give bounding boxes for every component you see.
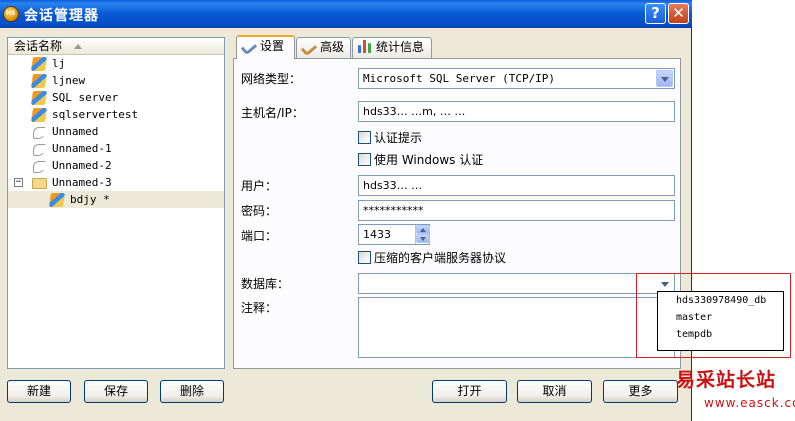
- session-item-label: sqlservertest: [52, 108, 139, 121]
- database-option[interactable]: hds330978490_db: [658, 292, 783, 309]
- tab-advanced-label: 高级: [320, 40, 345, 54]
- dolphin-icon: [32, 142, 46, 156]
- session-list: 会话名称 lj ljnew SQL server sqlservertest U…: [7, 37, 225, 369]
- database-option[interactable]: master: [658, 309, 783, 326]
- site-watermark: 易采站长站 www.easck.com: [676, 365, 795, 421]
- session-item[interactable]: ljnew: [8, 72, 224, 89]
- sql-server-icon: [31, 74, 47, 88]
- port-value: 1433: [363, 228, 391, 241]
- port-stepper[interactable]: [415, 225, 430, 244]
- session-folder[interactable]: − Unnamed-3: [8, 174, 224, 191]
- windows-auth-label: 使用 Windows 认证: [374, 153, 484, 167]
- tab-statistics-label: 统计信息: [376, 40, 425, 54]
- database-label: 数据库：: [241, 277, 290, 291]
- spin-up-icon[interactable]: [416, 225, 430, 234]
- tab-settings[interactable]: 设置: [236, 35, 295, 59]
- password-label: 密码：: [241, 204, 278, 218]
- host-label: 主机名/IP：: [241, 106, 304, 120]
- session-item[interactable]: sqlservertest: [8, 106, 224, 123]
- database-dropdown-list: hds330978490_db master tempdb: [657, 291, 784, 351]
- password-input[interactable]: ***********: [358, 200, 675, 221]
- prompt-auth-label: 认证提示: [374, 131, 423, 145]
- watermark-url: www.easck.com: [704, 396, 795, 410]
- sql-server-icon: [31, 91, 47, 105]
- session-item-label: ljnew: [52, 74, 86, 87]
- windows-auth-checkbox[interactable]: 使用 Windows 认证: [358, 153, 483, 167]
- sort-ascending-icon: [73, 44, 82, 49]
- session-folder-label: Unnamed-3: [52, 176, 112, 189]
- database-select[interactable]: [358, 273, 675, 294]
- tab-statistics[interactable]: 统计信息: [352, 37, 432, 58]
- session-item[interactable]: SQL server: [8, 89, 224, 106]
- session-manager-window: HS 会话管理器 ? ✕ 会话名称 lj ljnew SQL server sq…: [0, 0, 692, 421]
- session-item[interactable]: Unnamed-2: [8, 157, 224, 174]
- checkbox-box[interactable]: [358, 251, 371, 264]
- open-button[interactable]: 打开: [432, 380, 507, 403]
- wrench-icon: [240, 39, 258, 56]
- checkbox-box[interactable]: [358, 153, 371, 166]
- dolphin-icon: [32, 125, 46, 139]
- session-item[interactable]: Unnamed-1: [8, 140, 224, 157]
- user-label: 用户：: [241, 179, 278, 193]
- chevron-down-icon[interactable]: [656, 70, 673, 87]
- cancel-button[interactable]: 取消: [517, 380, 592, 403]
- delete-button[interactable]: 删除: [160, 380, 224, 403]
- dolphin-icon: [32, 159, 46, 173]
- tab-advanced[interactable]: 高级: [296, 37, 351, 58]
- session-item-selected[interactable]: bdjy *: [8, 191, 224, 208]
- help-button[interactable]: ?: [645, 3, 666, 24]
- close-button[interactable]: ✕: [668, 3, 689, 24]
- checkbox-box[interactable]: [358, 131, 371, 144]
- prompt-auth-checkbox[interactable]: 认证提示: [358, 131, 422, 145]
- app-icon: HS: [3, 6, 19, 22]
- compress-protocol-label: 压缩的客户端服务器协议: [374, 251, 507, 265]
- more-button[interactable]: 更多: [603, 380, 678, 403]
- session-item-label: Unnamed-1: [52, 142, 112, 155]
- spin-down-icon[interactable]: [416, 234, 430, 243]
- session-item-label: lj: [52, 57, 66, 70]
- comment-label: 注释：: [241, 301, 278, 315]
- bar-chart-icon: [358, 40, 371, 53]
- session-item[interactable]: lj: [8, 55, 224, 72]
- network-type-value: Microsoft SQL Server (TCP/IP): [363, 72, 556, 85]
- comment-textarea[interactable]: [358, 297, 675, 358]
- new-button[interactable]: 新建: [7, 380, 71, 403]
- sql-server-icon: [49, 193, 65, 207]
- user-input[interactable]: hds33… …: [358, 175, 675, 196]
- session-item-label: SQL server: [52, 91, 119, 104]
- network-type-select[interactable]: Microsoft SQL Server (TCP/IP): [358, 68, 675, 89]
- session-item-label: Unnamed: [52, 125, 99, 138]
- title-bar[interactable]: HS 会话管理器 ? ✕: [0, 0, 692, 28]
- compress-protocol-checkbox[interactable]: 压缩的客户端服务器协议: [358, 251, 506, 265]
- folder-icon: [32, 178, 47, 189]
- host-input[interactable]: hds33… …m, … …: [358, 101, 675, 122]
- window-title: 会话管理器: [24, 8, 99, 24]
- session-item-label: Unnamed-2: [52, 159, 112, 172]
- tab-settings-label: 设置: [260, 39, 285, 53]
- session-item-label: bdjy *: [70, 193, 110, 206]
- save-button[interactable]: 保存: [84, 380, 148, 403]
- database-option[interactable]: tempdb: [658, 326, 783, 343]
- tools-icon: [300, 40, 318, 57]
- collapse-toggle[interactable]: −: [14, 178, 23, 187]
- watermark-title: 易采站长站: [676, 369, 777, 391]
- session-list-header[interactable]: 会话名称: [8, 38, 224, 55]
- sql-server-icon: [31, 108, 47, 122]
- port-label: 端口：: [241, 229, 278, 243]
- sql-server-icon: [31, 57, 47, 71]
- network-type-label: 网络类型：: [241, 72, 302, 86]
- session-item[interactable]: Unnamed: [8, 123, 224, 140]
- session-list-header-label: 会话名称: [14, 39, 63, 53]
